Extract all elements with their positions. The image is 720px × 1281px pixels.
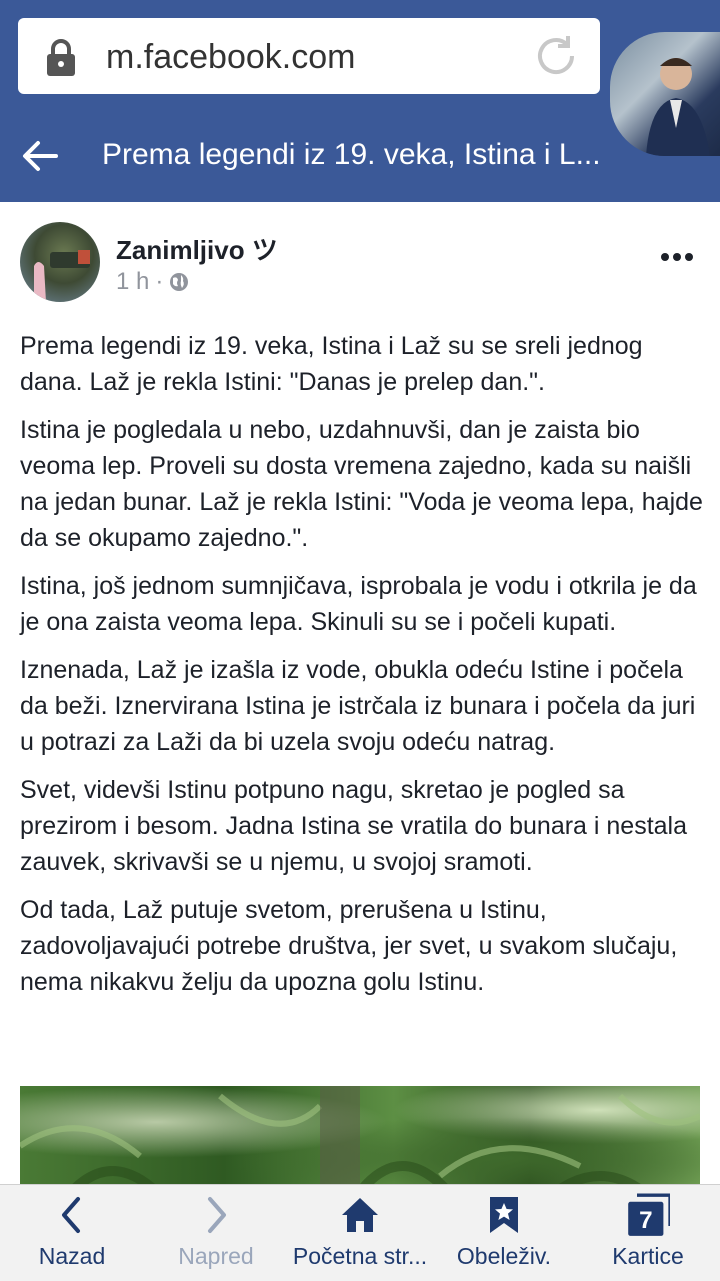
nav-bookmarks[interactable]: Obeleživ. bbox=[432, 1185, 576, 1281]
top-bar: m.facebook.com Prema legendi iz 19. veka… bbox=[0, 0, 720, 202]
url-text[interactable]: m.facebook.com bbox=[106, 38, 355, 77]
nav-bookmarks-label: Obeleživ. bbox=[456, 1243, 552, 1269]
nav-tabs[interactable]: 7 Kartice bbox=[576, 1185, 720, 1281]
home-icon bbox=[342, 1198, 378, 1232]
nav-back[interactable]: Nazad bbox=[0, 1185, 144, 1281]
post-paragraph: Svet, videvši Istinu potpuno nagu, skret… bbox=[20, 776, 688, 876]
post-card: Zanimljivo ツ 1 h · Prema legendi iz 19. … bbox=[0, 202, 720, 1206]
bookmark-star-icon bbox=[490, 1197, 518, 1233]
nav-tabs-label: Kartice bbox=[612, 1243, 684, 1269]
more-options-icon[interactable] bbox=[660, 252, 694, 262]
post-paragraph: Iznenada, Laž je izašla iz vode, obukla … bbox=[20, 656, 696, 756]
chevron-right-icon bbox=[208, 1197, 226, 1233]
post-paragraph: Istina, još jednom sumnjičava, isprobala… bbox=[20, 572, 697, 636]
post-time[interactable]: 1 h bbox=[116, 268, 149, 296]
back-arrow-icon[interactable] bbox=[22, 138, 58, 174]
post-paragraph: Od tada, Laž putuje svetom, prerušena u … bbox=[20, 896, 678, 996]
tab-count: 7 bbox=[639, 1207, 652, 1234]
post-text: Prema legendi iz 19. veka, Istina i Laž … bbox=[20, 328, 710, 1012]
nav-forward[interactable]: Napred bbox=[144, 1185, 288, 1281]
nav-home[interactable]: Početna str... bbox=[288, 1185, 432, 1281]
address-bar[interactable]: m.facebook.com bbox=[18, 18, 600, 94]
globe-icon bbox=[170, 273, 189, 291]
nav-back-label: Nazad bbox=[38, 1243, 106, 1269]
nav-forward-label: Napred bbox=[178, 1243, 254, 1269]
reload-icon[interactable] bbox=[534, 34, 578, 78]
post-paragraph: Istina je pogledala u nebo, uzdahnuvši, … bbox=[20, 416, 703, 552]
chevron-left-icon bbox=[62, 1197, 80, 1233]
page-avatar[interactable] bbox=[20, 222, 100, 302]
post-meta: 1 h · bbox=[116, 268, 189, 296]
nav-home-label: Početna str... bbox=[292, 1243, 428, 1269]
tabs-icon: 7 bbox=[628, 1193, 670, 1236]
page-title: Prema legendi iz 19. veka, Istina i L... bbox=[102, 138, 601, 171]
bottom-nav: Nazad Napred Početna str... Obeleživ. 7 … bbox=[0, 1184, 720, 1281]
lock-icon bbox=[47, 39, 75, 76]
meta-separator: · bbox=[155, 268, 164, 295]
post-paragraph: Prema legendi iz 19. veka, Istina i Laž … bbox=[20, 332, 643, 396]
post-author[interactable]: Zanimljivo ツ bbox=[116, 230, 278, 267]
